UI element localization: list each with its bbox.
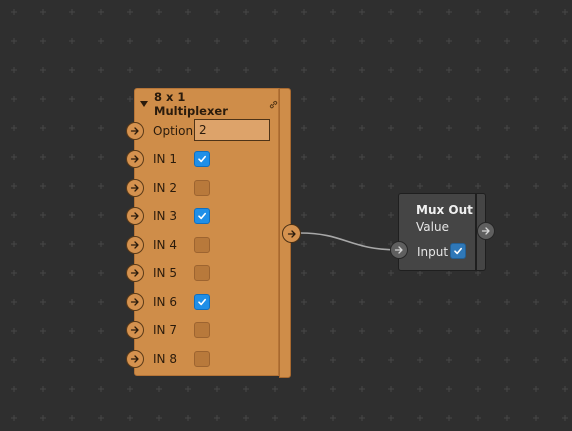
input-row: IN 5 (126, 264, 280, 284)
input-row: IN 7 (126, 321, 280, 341)
input-pin[interactable] (126, 235, 144, 254)
input-checkbox[interactable] (194, 265, 210, 281)
input-pin[interactable] (126, 178, 144, 197)
input-checkbox[interactable] (194, 208, 210, 224)
input-label: IN 2 (153, 180, 177, 195)
multiplexer-header[interactable]: 8 x 1 Multiplexer (140, 90, 278, 118)
arrow-right-icon (130, 240, 139, 249)
checkmark-icon (454, 247, 462, 255)
input-checkbox[interactable] (194, 293, 210, 310)
link-icon (269, 100, 278, 108)
input-pin[interactable] (126, 264, 144, 282)
mux-out-subtitle: Value (416, 220, 449, 234)
option-input-pin[interactable] (126, 122, 144, 140)
input-row: IN 8 (126, 349, 280, 370)
input-checkbox[interactable] (194, 350, 210, 367)
collapse-triangle-icon[interactable] (140, 101, 148, 107)
input-label: IN 3 (153, 209, 177, 223)
arrow-right-icon (130, 183, 139, 192)
input-label: IN 4 (153, 237, 177, 252)
checkmark-icon (198, 298, 206, 305)
option-row: Option (126, 119, 280, 142)
input-row: IN 1 (126, 150, 280, 170)
input-pin[interactable] (126, 349, 144, 368)
mux-out-input-label: Input (417, 245, 449, 259)
arrow-right-icon (130, 269, 139, 277)
option-field[interactable] (194, 119, 270, 141)
checkmark-icon (198, 155, 206, 163)
input-label: IN 1 (153, 152, 177, 166)
multiplexer-output-pin[interactable] (282, 224, 301, 243)
multiplexer-title: 8 x 1 Multiplexer (154, 90, 228, 118)
multiplexer-node[interactable]: 8 x 1 Multiplexer Option IN 1 IN 2 IN 3 IN … (126, 88, 301, 378)
input-pin[interactable] (126, 207, 144, 225)
arrow-right-icon (130, 127, 139, 135)
option-label: Option (153, 124, 194, 138)
input-row: IN 3 (126, 207, 280, 227)
input-row: IN 2 (126, 178, 280, 199)
mux-out-output-pin[interactable] (477, 222, 495, 240)
input-label: IN 7 (153, 323, 177, 337)
input-checkbox[interactable] (194, 151, 210, 167)
input-checkbox[interactable] (194, 236, 210, 253)
arrow-right-icon (481, 227, 490, 235)
mux-out-input-checkbox[interactable] (450, 243, 466, 259)
input-pin[interactable] (126, 321, 144, 339)
input-label: IN 8 (153, 351, 177, 366)
mux-out-title: Mux Out (416, 203, 473, 217)
mux-out-node[interactable]: Mux Out Value Input (390, 193, 495, 271)
input-checkbox[interactable] (194, 322, 210, 338)
input-pin[interactable] (126, 292, 144, 311)
arrow-right-icon (394, 246, 403, 254)
mux-out-body: Mux Out Value Input (398, 193, 476, 271)
arrow-right-icon (130, 326, 139, 334)
input-label: IN 6 (153, 294, 177, 309)
checkmark-icon (198, 212, 206, 220)
multiplexer-body: 8 x 1 Multiplexer Option IN 1 IN 2 IN 3 IN … (126, 88, 280, 376)
input-checkbox[interactable] (194, 179, 210, 196)
input-row: IN 4 (126, 235, 280, 256)
input-row: IN 6 (126, 292, 280, 313)
mux-out-input-pin[interactable] (390, 241, 408, 259)
arrow-right-icon (130, 354, 139, 363)
input-pin[interactable] (126, 150, 144, 168)
arrow-right-icon (130, 155, 139, 163)
arrow-right-icon (130, 297, 139, 306)
input-label: IN 5 (153, 266, 177, 280)
arrow-right-icon (287, 229, 296, 238)
arrow-right-icon (130, 212, 139, 220)
